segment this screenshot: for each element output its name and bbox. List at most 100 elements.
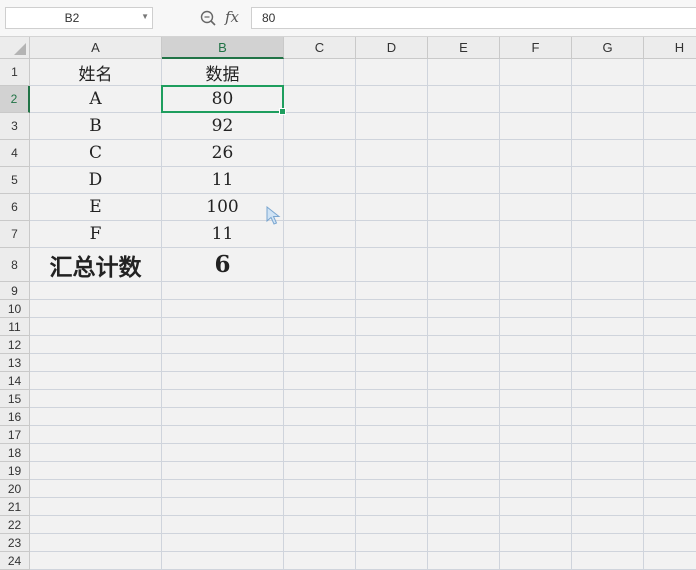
cell-c11[interactable] <box>284 318 356 336</box>
cell-a13[interactable] <box>30 354 162 372</box>
cell-g22[interactable] <box>572 516 644 534</box>
cell-f8[interactable] <box>500 248 572 282</box>
cell-e2[interactable] <box>428 86 500 113</box>
row-header-13[interactable]: 13 <box>0 354 30 372</box>
cell-h1[interactable] <box>644 59 696 86</box>
column-header-f[interactable]: F <box>500 37 572 59</box>
cell-c6[interactable] <box>284 194 356 221</box>
cell-a4[interactable]: C <box>30 140 162 167</box>
cell-b8[interactable]: 6 <box>162 248 284 282</box>
cell-h21[interactable] <box>644 498 696 516</box>
row-header-15[interactable]: 15 <box>0 390 30 408</box>
cell-c2[interactable] <box>284 86 356 113</box>
row-header-19[interactable]: 19 <box>0 462 30 480</box>
cell-d13[interactable] <box>356 354 428 372</box>
cell-e3[interactable] <box>428 113 500 140</box>
cell-h24[interactable] <box>644 552 696 570</box>
name-box[interactable]: B2 ▼ <box>5 7 153 29</box>
cell-h8[interactable] <box>644 248 696 282</box>
cell-c10[interactable] <box>284 300 356 318</box>
cell-d23[interactable] <box>356 534 428 552</box>
cell-a22[interactable] <box>30 516 162 534</box>
cell-f22[interactable] <box>500 516 572 534</box>
cell-b11[interactable] <box>162 318 284 336</box>
cell-b1[interactable]: 数据 <box>162 59 284 86</box>
cell-h16[interactable] <box>644 408 696 426</box>
cell-d11[interactable] <box>356 318 428 336</box>
cell-d21[interactable] <box>356 498 428 516</box>
column-header-d[interactable]: D <box>356 37 428 59</box>
row-header-11[interactable]: 11 <box>0 318 30 336</box>
cell-a16[interactable] <box>30 408 162 426</box>
row-header-24[interactable]: 24 <box>0 552 30 570</box>
cell-h23[interactable] <box>644 534 696 552</box>
cell-d6[interactable] <box>356 194 428 221</box>
cell-h17[interactable] <box>644 426 696 444</box>
cell-c24[interactable] <box>284 552 356 570</box>
cell-d19[interactable] <box>356 462 428 480</box>
cell-c3[interactable] <box>284 113 356 140</box>
cell-a11[interactable] <box>30 318 162 336</box>
cell-f10[interactable] <box>500 300 572 318</box>
cell-a1[interactable]: 姓名 <box>30 59 162 86</box>
cell-e15[interactable] <box>428 390 500 408</box>
cell-c1[interactable] <box>284 59 356 86</box>
formula-input[interactable]: 80 <box>251 7 696 29</box>
column-header-c[interactable]: C <box>284 37 356 59</box>
cell-d2[interactable] <box>356 86 428 113</box>
cell-b14[interactable] <box>162 372 284 390</box>
cell-f19[interactable] <box>500 462 572 480</box>
cell-g16[interactable] <box>572 408 644 426</box>
cell-d5[interactable] <box>356 167 428 194</box>
cell-g18[interactable] <box>572 444 644 462</box>
zoom-icon[interactable] <box>199 9 217 27</box>
cell-a14[interactable] <box>30 372 162 390</box>
cell-c13[interactable] <box>284 354 356 372</box>
cell-g23[interactable] <box>572 534 644 552</box>
cell-c20[interactable] <box>284 480 356 498</box>
cell-b18[interactable] <box>162 444 284 462</box>
cell-f3[interactable] <box>500 113 572 140</box>
cell-h7[interactable] <box>644 221 696 248</box>
cell-b23[interactable] <box>162 534 284 552</box>
cell-h13[interactable] <box>644 354 696 372</box>
row-header-7[interactable]: 7 <box>0 221 30 248</box>
cell-g17[interactable] <box>572 426 644 444</box>
cell-f2[interactable] <box>500 86 572 113</box>
cell-a15[interactable] <box>30 390 162 408</box>
cell-e22[interactable] <box>428 516 500 534</box>
cell-f5[interactable] <box>500 167 572 194</box>
cell-h14[interactable] <box>644 372 696 390</box>
cell-d16[interactable] <box>356 408 428 426</box>
fill-handle[interactable] <box>279 108 286 115</box>
row-header-21[interactable]: 21 <box>0 498 30 516</box>
cell-h15[interactable] <box>644 390 696 408</box>
cell-d10[interactable] <box>356 300 428 318</box>
cell-f11[interactable] <box>500 318 572 336</box>
cell-g11[interactable] <box>572 318 644 336</box>
cell-f7[interactable] <box>500 221 572 248</box>
cell-d12[interactable] <box>356 336 428 354</box>
column-header-a[interactable]: A <box>30 37 162 59</box>
row-header-1[interactable]: 1 <box>0 59 30 86</box>
column-header-e[interactable]: E <box>428 37 500 59</box>
row-header-23[interactable]: 23 <box>0 534 30 552</box>
cell-e7[interactable] <box>428 221 500 248</box>
cell-c19[interactable] <box>284 462 356 480</box>
column-header-b[interactable]: B <box>162 37 284 59</box>
cell-e23[interactable] <box>428 534 500 552</box>
cell-g14[interactable] <box>572 372 644 390</box>
cell-f6[interactable] <box>500 194 572 221</box>
cell-d15[interactable] <box>356 390 428 408</box>
cell-c7[interactable] <box>284 221 356 248</box>
cell-a2[interactable]: A <box>30 86 162 113</box>
cell-a21[interactable] <box>30 498 162 516</box>
cell-b24[interactable] <box>162 552 284 570</box>
row-header-14[interactable]: 14 <box>0 372 30 390</box>
cell-a17[interactable] <box>30 426 162 444</box>
cell-a7[interactable]: F <box>30 221 162 248</box>
cell-c4[interactable] <box>284 140 356 167</box>
cell-c9[interactable] <box>284 282 356 300</box>
cell-g2[interactable] <box>572 86 644 113</box>
cell-d3[interactable] <box>356 113 428 140</box>
